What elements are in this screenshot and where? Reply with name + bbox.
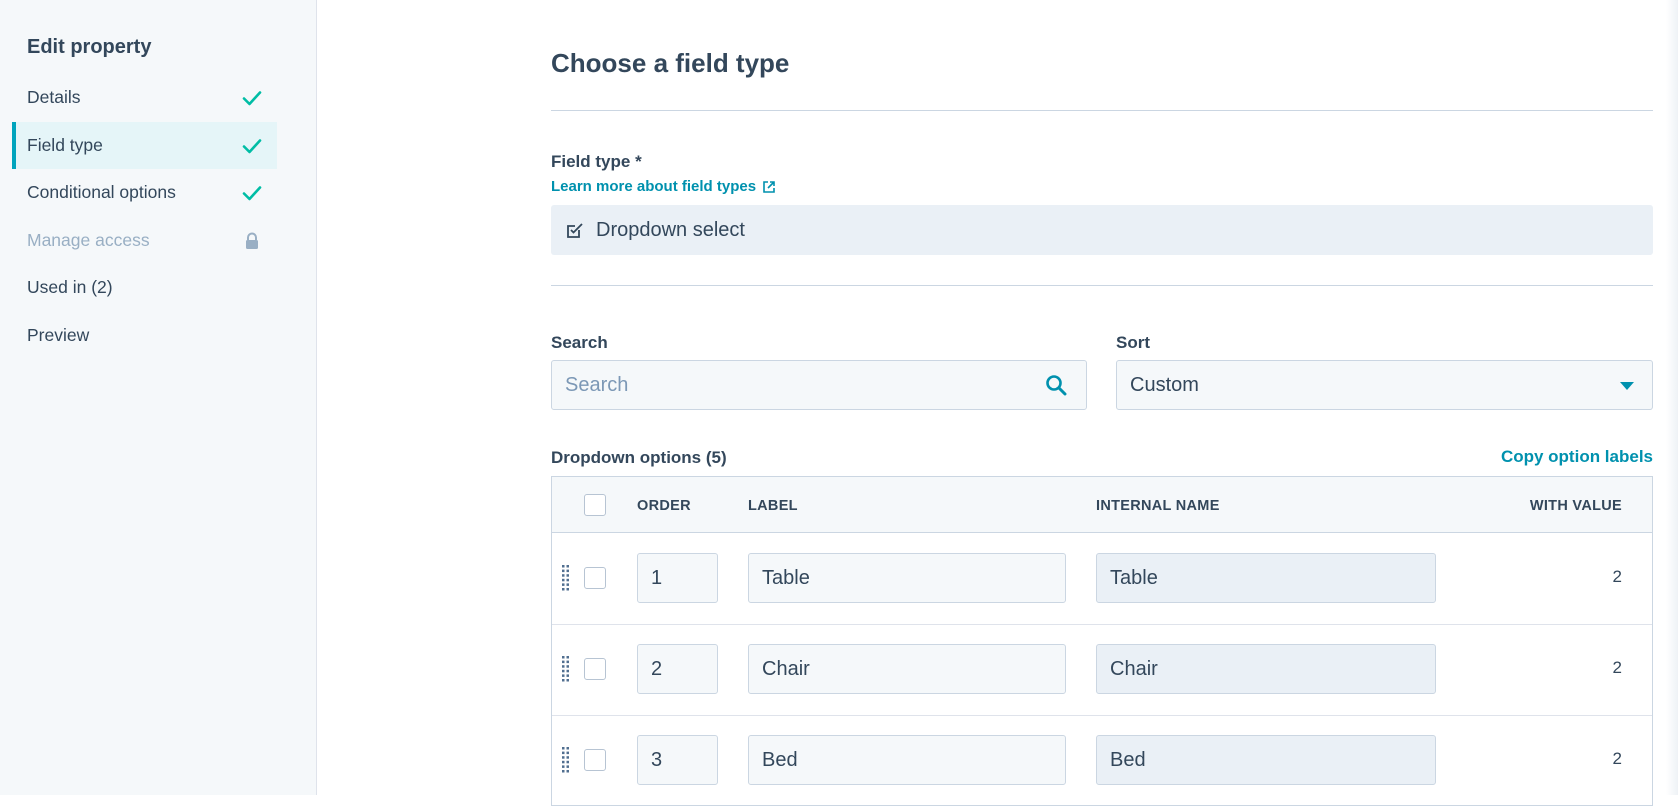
copy-option-labels-link[interactable]: Copy option labels bbox=[1501, 447, 1653, 467]
sidebar-item-label: Manage access bbox=[27, 230, 150, 250]
options-title: Dropdown options (5) bbox=[551, 448, 727, 467]
learn-more-link[interactable]: Learn more about field types bbox=[551, 178, 776, 195]
options-table: ORDER LABEL INTERNAL NAME WITH VALUE 1 T… bbox=[551, 476, 1653, 806]
check-icon bbox=[242, 91, 262, 106]
check-icon bbox=[242, 139, 262, 154]
sidebar-item-manage-access: Manage access bbox=[12, 217, 277, 264]
column-header-with-value[interactable]: WITH VALUE bbox=[1530, 498, 1622, 514]
divider bbox=[551, 285, 1653, 286]
sidebar-item-label: Field type bbox=[27, 135, 103, 155]
label-input[interactable]: Table bbox=[748, 553, 1066, 603]
internal-name-input: Table bbox=[1096, 553, 1436, 603]
sidebar-item-used-in[interactable]: Used in (2) bbox=[12, 264, 277, 311]
sidebar-item-label: Used in (2) bbox=[27, 277, 113, 297]
drag-handle-icon[interactable] bbox=[562, 565, 570, 591]
search-input[interactable] bbox=[551, 360, 1087, 410]
page-edge-shadow bbox=[1666, 0, 1678, 795]
sidebar: Edit property Details Field type Conditi… bbox=[0, 0, 317, 795]
column-header-order[interactable]: ORDER bbox=[637, 498, 691, 514]
column-header-internal-name[interactable]: INTERNAL NAME bbox=[1096, 498, 1220, 514]
internal-name-input: Bed bbox=[1096, 735, 1436, 785]
table-header: ORDER LABEL INTERNAL NAME WITH VALUE bbox=[552, 477, 1652, 533]
sort-label: Sort bbox=[1116, 333, 1150, 352]
with-value-count: 2 bbox=[1612, 658, 1622, 677]
with-value-count: 2 bbox=[1612, 749, 1622, 768]
sort-value: Custom bbox=[1130, 373, 1199, 396]
drag-handle-icon[interactable] bbox=[562, 656, 570, 682]
check-icon bbox=[242, 186, 262, 201]
column-header-label[interactable]: LABEL bbox=[748, 498, 798, 514]
sidebar-item-label: Conditional options bbox=[27, 182, 176, 202]
field-type-value: Dropdown select bbox=[596, 218, 745, 241]
table-row: 3 Bed Bed 2 bbox=[552, 715, 1652, 805]
sidebar-item-label: Preview bbox=[27, 325, 90, 345]
lock-icon bbox=[246, 232, 258, 249]
with-value-count: 2 bbox=[1612, 567, 1622, 586]
field-type-display[interactable]: Dropdown select bbox=[551, 205, 1653, 255]
row-checkbox[interactable] bbox=[584, 658, 606, 680]
sidebar-title: Edit property bbox=[27, 36, 152, 58]
internal-name-input: Chair bbox=[1096, 644, 1436, 694]
checkbox-edit-icon bbox=[567, 223, 583, 238]
divider bbox=[551, 110, 1653, 111]
sidebar-item-preview[interactable]: Preview bbox=[12, 312, 277, 359]
table-row: 2 Chair Chair 2 bbox=[552, 624, 1652, 716]
order-input[interactable]: 2 bbox=[637, 644, 718, 694]
search-label: Search bbox=[551, 333, 608, 352]
sidebar-item-field-type[interactable]: Field type bbox=[12, 122, 277, 169]
learn-more-link-text: Learn more about field types bbox=[551, 178, 757, 195]
label-input[interactable]: Bed bbox=[748, 735, 1066, 785]
row-checkbox[interactable] bbox=[584, 749, 606, 771]
page-title: Choose a field type bbox=[551, 48, 790, 78]
drag-handle-icon[interactable] bbox=[562, 747, 570, 773]
select-all-checkbox[interactable] bbox=[584, 494, 606, 516]
sidebar-item-conditional-options[interactable]: Conditional options bbox=[12, 169, 277, 216]
row-checkbox[interactable] bbox=[584, 567, 606, 589]
external-link-icon bbox=[763, 180, 775, 193]
sort-select[interactable]: Custom bbox=[1116, 360, 1653, 410]
order-input[interactable]: 1 bbox=[637, 553, 718, 603]
table-row: 1 Table Table 2 bbox=[552, 533, 1652, 625]
label-input[interactable]: Chair bbox=[748, 644, 1066, 694]
order-input[interactable]: 3 bbox=[637, 735, 718, 785]
caret-down-icon bbox=[1620, 382, 1634, 390]
sidebar-item-label: Details bbox=[27, 87, 81, 107]
search-icon[interactable] bbox=[1045, 374, 1067, 396]
field-type-label: Field type * bbox=[551, 152, 642, 171]
sidebar-item-details[interactable]: Details bbox=[12, 74, 277, 121]
